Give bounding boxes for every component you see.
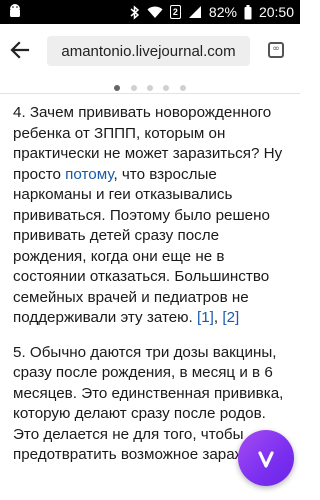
address-bar[interactable]: amantonio.livejournal.com <box>47 36 250 66</box>
sim-icon: 2 <box>169 5 181 19</box>
clock: 20:50 <box>258 4 294 20</box>
toolbar-divider <box>0 93 300 94</box>
reference-link-1[interactable]: [1] <box>197 309 214 326</box>
url-text: amantonio.livejournal.com <box>61 42 236 60</box>
bluetooth-icon <box>130 4 140 20</box>
wifi-icon <box>147 6 163 19</box>
page-dot <box>130 85 137 91</box>
assistant-icon <box>258 451 274 468</box>
page-dot <box>163 85 170 91</box>
status-bar: 2 82% 20:50 <box>0 0 300 24</box>
android-notification-icon <box>8 3 22 22</box>
article-content: 4. Зачем прививать новорожденного ребенк… <box>13 103 291 466</box>
page-dot <box>147 85 153 91</box>
battery-percent: 82% <box>208 4 237 20</box>
page-dot <box>114 85 121 91</box>
arrow-left-icon <box>10 41 30 59</box>
browser-toolbar: amantonio.livejournal.com ∞ <box>0 24 300 76</box>
signal-icon <box>188 5 202 19</box>
back-button[interactable] <box>6 36 34 64</box>
article-paragraph-4: 4. Зачем прививать новорожденного ребенк… <box>13 104 283 326</box>
reference-link-2[interactable]: [2] <box>222 309 239 326</box>
page-dot <box>179 85 186 91</box>
tabs-count: ∞ <box>268 42 284 58</box>
page-indicator <box>0 78 300 91</box>
voice-assistant-button[interactable] <box>238 430 294 486</box>
inline-link-potomu[interactable]: потому <box>65 166 113 183</box>
battery-icon <box>244 4 252 20</box>
tabs-button[interactable]: ∞ <box>266 40 288 62</box>
